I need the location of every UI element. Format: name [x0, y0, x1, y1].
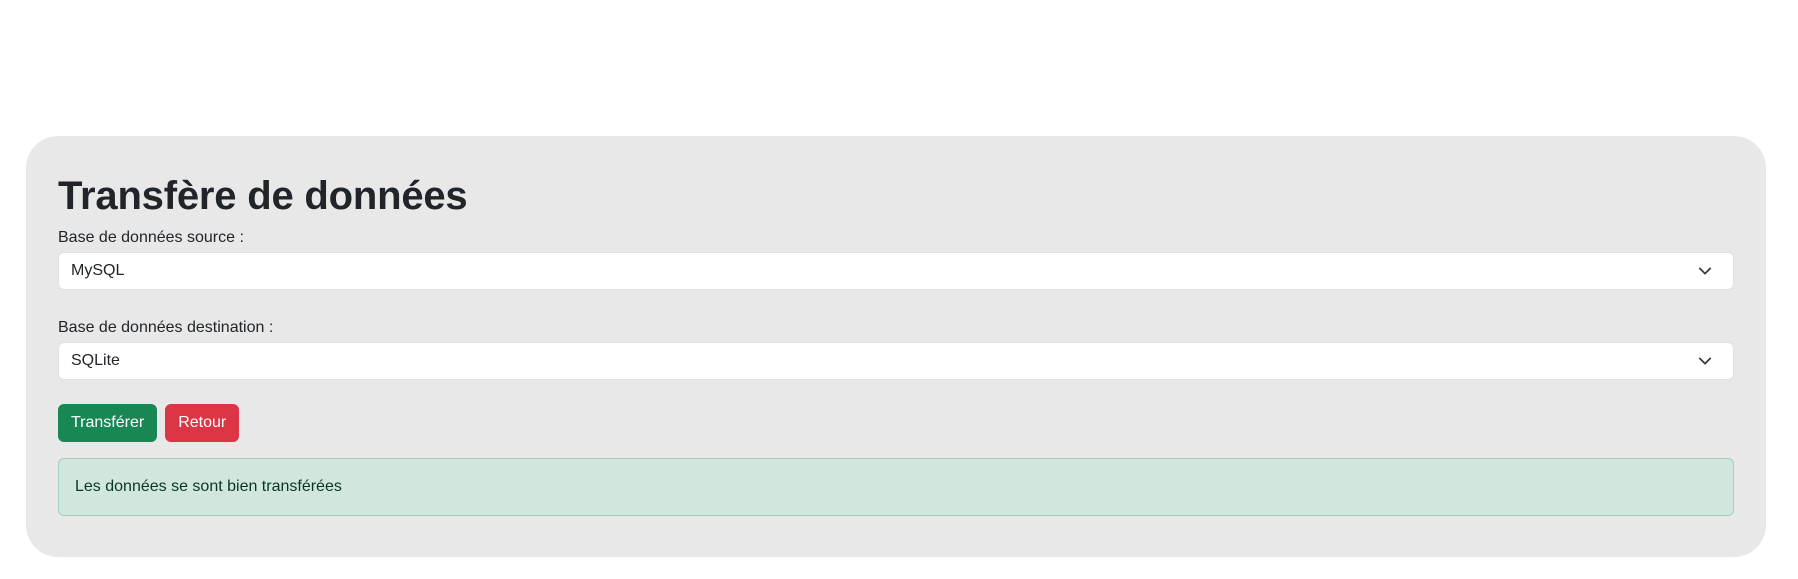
destination-db-selected-value: SQLite [71, 352, 120, 369]
source-db-label: Base de données source : [58, 229, 244, 246]
success-alert: Les données se sont bien transférées [58, 458, 1734, 516]
destination-db-select[interactable]: SQLite [58, 342, 1734, 380]
back-button[interactable]: Retour [165, 404, 240, 442]
action-buttons: Transférer Retour [58, 404, 1734, 442]
success-alert-message: Les données se sont bien transférées [75, 478, 342, 495]
transfer-panel: Transfère de données Base de données sou… [26, 136, 1766, 557]
source-db-selected-value: MySQL [71, 262, 125, 279]
page-title: Transfère de données [58, 174, 468, 218]
chevron-down-icon [1697, 263, 1713, 279]
chevron-down-icon [1697, 353, 1713, 369]
source-db-select[interactable]: MySQL [58, 252, 1734, 290]
destination-db-label: Base de données destination : [58, 319, 274, 336]
transfer-button[interactable]: Transférer [58, 404, 158, 442]
